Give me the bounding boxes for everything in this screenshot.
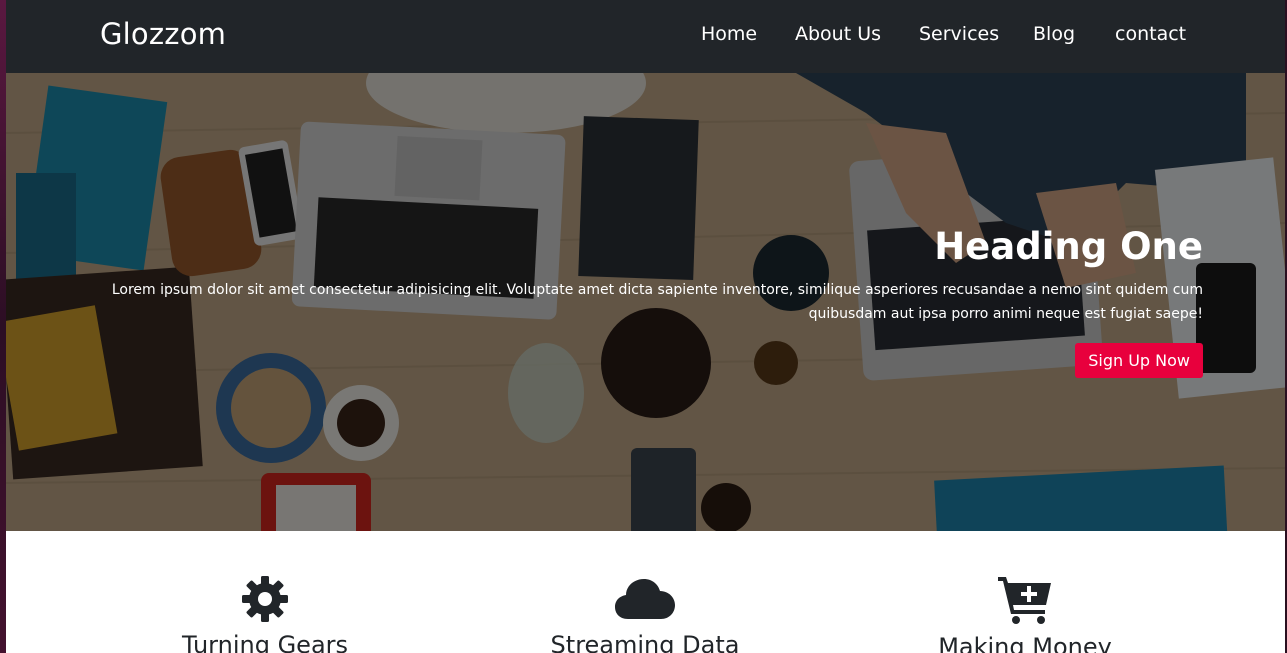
hero-section: Heading One Lorem ipsum dolor sit amet c… (6, 73, 1285, 531)
hero-content: Heading One Lorem ipsum dolor sit amet c… (73, 223, 1203, 378)
nav-link-blog[interactable]: Blog (1033, 23, 1075, 45)
nav-links: Home About Us Services Blog contact (6, 23, 1285, 53)
features-section: Turning Gears Streaming Data Making Mone… (6, 531, 1285, 653)
feature-title: Making Money (938, 633, 1112, 653)
feature-title: Streaming Data (550, 631, 740, 653)
cloud-icon (615, 579, 675, 619)
sign-up-button[interactable]: Sign Up Now (1075, 343, 1203, 378)
feature-turning-gears: Turning Gears (115, 575, 415, 653)
hero-heading: Heading One (934, 225, 1203, 268)
cart-plus-icon (998, 577, 1051, 624)
feature-making-money: Making Money (875, 575, 1175, 653)
feature-title: Turning Gears (181, 631, 349, 653)
navbar: Glozzom Home About Us Services Blog cont… (6, 0, 1285, 73)
gear-icon (242, 576, 288, 622)
nav-link-home[interactable]: Home (701, 23, 757, 45)
nav-link-contact[interactable]: contact (1115, 23, 1186, 45)
nav-link-about-us[interactable]: About Us (795, 23, 881, 45)
feature-streaming-data: Streaming Data (495, 575, 795, 653)
nav-link-services[interactable]: Services (919, 23, 999, 45)
web-page: Glozzom Home About Us Services Blog cont… (6, 0, 1285, 653)
hero-description: Lorem ipsum dolor sit amet consectetur a… (111, 282, 1203, 322)
